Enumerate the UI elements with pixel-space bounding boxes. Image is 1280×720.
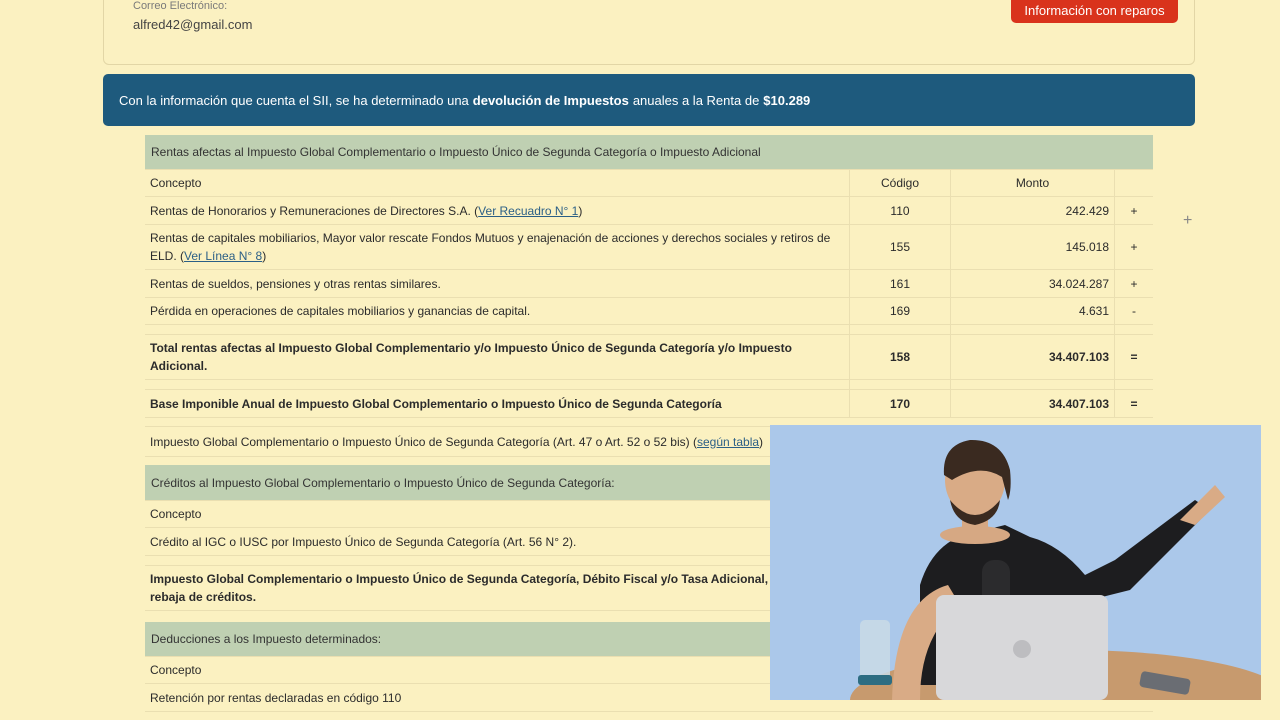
total-row: Total rentas afectas al Impuesto Global … (145, 335, 1153, 380)
header-concepto: Concepto (150, 507, 202, 521)
informacion-con-reparos-button[interactable]: Información con reparos (1011, 0, 1178, 23)
section-title: Créditos al Impuesto Global Complementar… (151, 475, 615, 490)
section-rentas-afectas: Rentas afectas al Impuesto Global Comple… (145, 135, 1153, 170)
row-amount: 4.631 (951, 298, 1115, 324)
row-code: 161 (850, 270, 951, 297)
row-concepto: Pérdida en operaciones de capitales mobi… (145, 298, 850, 324)
row-concepto: Rentas de capitales mobiliarios, Mayor v… (145, 225, 850, 269)
row-amount: 34.024.287 (951, 270, 1115, 297)
base-operator: = (1130, 396, 1138, 411)
presenter-video-overlay (770, 425, 1261, 700)
total-amount: 34.407.103 (951, 335, 1115, 379)
header-concepto: Concepto (150, 663, 202, 677)
table-row: Rentas de Honorarios y Remuneraciones de… (145, 197, 1153, 225)
total-operator: = (1130, 350, 1138, 364)
ver-linea-link[interactable]: Ver Línea N° 8 (184, 249, 262, 263)
row-code: 110 (850, 197, 951, 224)
debit-concepto: Impuesto Global Complementario o Impuest… (150, 572, 838, 604)
email-value: alfred42@gmail.com (133, 17, 253, 32)
base-amount: 34.407.103 (951, 390, 1115, 417)
banner-amount: $10.289 (763, 92, 811, 108)
header-codigo: Código (850, 170, 951, 196)
row-code: 169 (850, 298, 951, 324)
email-label: Correo Electrónico: (133, 0, 228, 12)
total-concepto: Total rentas afectas al Impuesto Global … (145, 335, 850, 379)
credit-concepto: Crédito al IGC o IUSC por Impuesto Único… (150, 534, 577, 549)
table-row: Rentas de sueldos, pensiones y otras ren… (145, 270, 1153, 298)
base-concepto: Base Imponible Anual de Impuesto Global … (145, 390, 850, 417)
igc-concepto: Impuesto Global Complementario o Impuest… (150, 434, 764, 449)
row-amount: 242.429 (951, 197, 1115, 224)
segun-tabla-link[interactable]: según tabla (697, 435, 759, 449)
total-code: 158 (850, 335, 951, 379)
banner-text-pre: Con la información que cuenta el SII, se… (119, 92, 469, 108)
base-imponible-row: Base Imponible Anual de Impuesto Global … (145, 390, 1153, 418)
table-row: Rentas de capitales mobiliarios, Mayor v… (145, 225, 1153, 270)
header-concepto: Concepto (145, 170, 850, 196)
row-operator: + (1130, 276, 1138, 291)
section-title: Deducciones a los Impuesto determinados: (151, 632, 382, 646)
row-operator: - (1132, 304, 1136, 318)
header-monto: Monto (951, 170, 1115, 196)
row-operator: + (1130, 203, 1138, 218)
base-code: 170 (850, 390, 951, 417)
ver-recuadro-link[interactable]: Ver Recuadro N° 1 (478, 204, 578, 218)
banner-text-bold: devolución de Impuestos (472, 92, 629, 108)
refund-banner: Con la información que cuenta el SII, se… (103, 74, 1195, 126)
retencion-concepto: Retención por rentas declaradas en códig… (150, 690, 402, 705)
crosshair-cursor-icon: + (1183, 212, 1193, 229)
banner-text-mid: anuales a la Renta de (632, 92, 760, 108)
row-code: 155 (850, 225, 951, 269)
spacer-row (145, 380, 1153, 390)
apple-logo-icon (1013, 640, 1031, 658)
row-amount: 145.018 (951, 225, 1115, 269)
table-header-row: Concepto Código Monto (145, 170, 1153, 197)
spacer-row (145, 325, 1153, 335)
row-concepto: Rentas de Honorarios y Remuneraciones de… (145, 197, 850, 224)
row-operator: + (1130, 240, 1138, 254)
row-concepto: Rentas de sueldos, pensiones y otras ren… (145, 270, 850, 297)
table-row: Pérdida en operaciones de capitales mobi… (145, 298, 1153, 325)
section-title: Rentas afectas al Impuesto Global Comple… (151, 145, 761, 159)
presenter-video-image (770, 425, 1261, 700)
